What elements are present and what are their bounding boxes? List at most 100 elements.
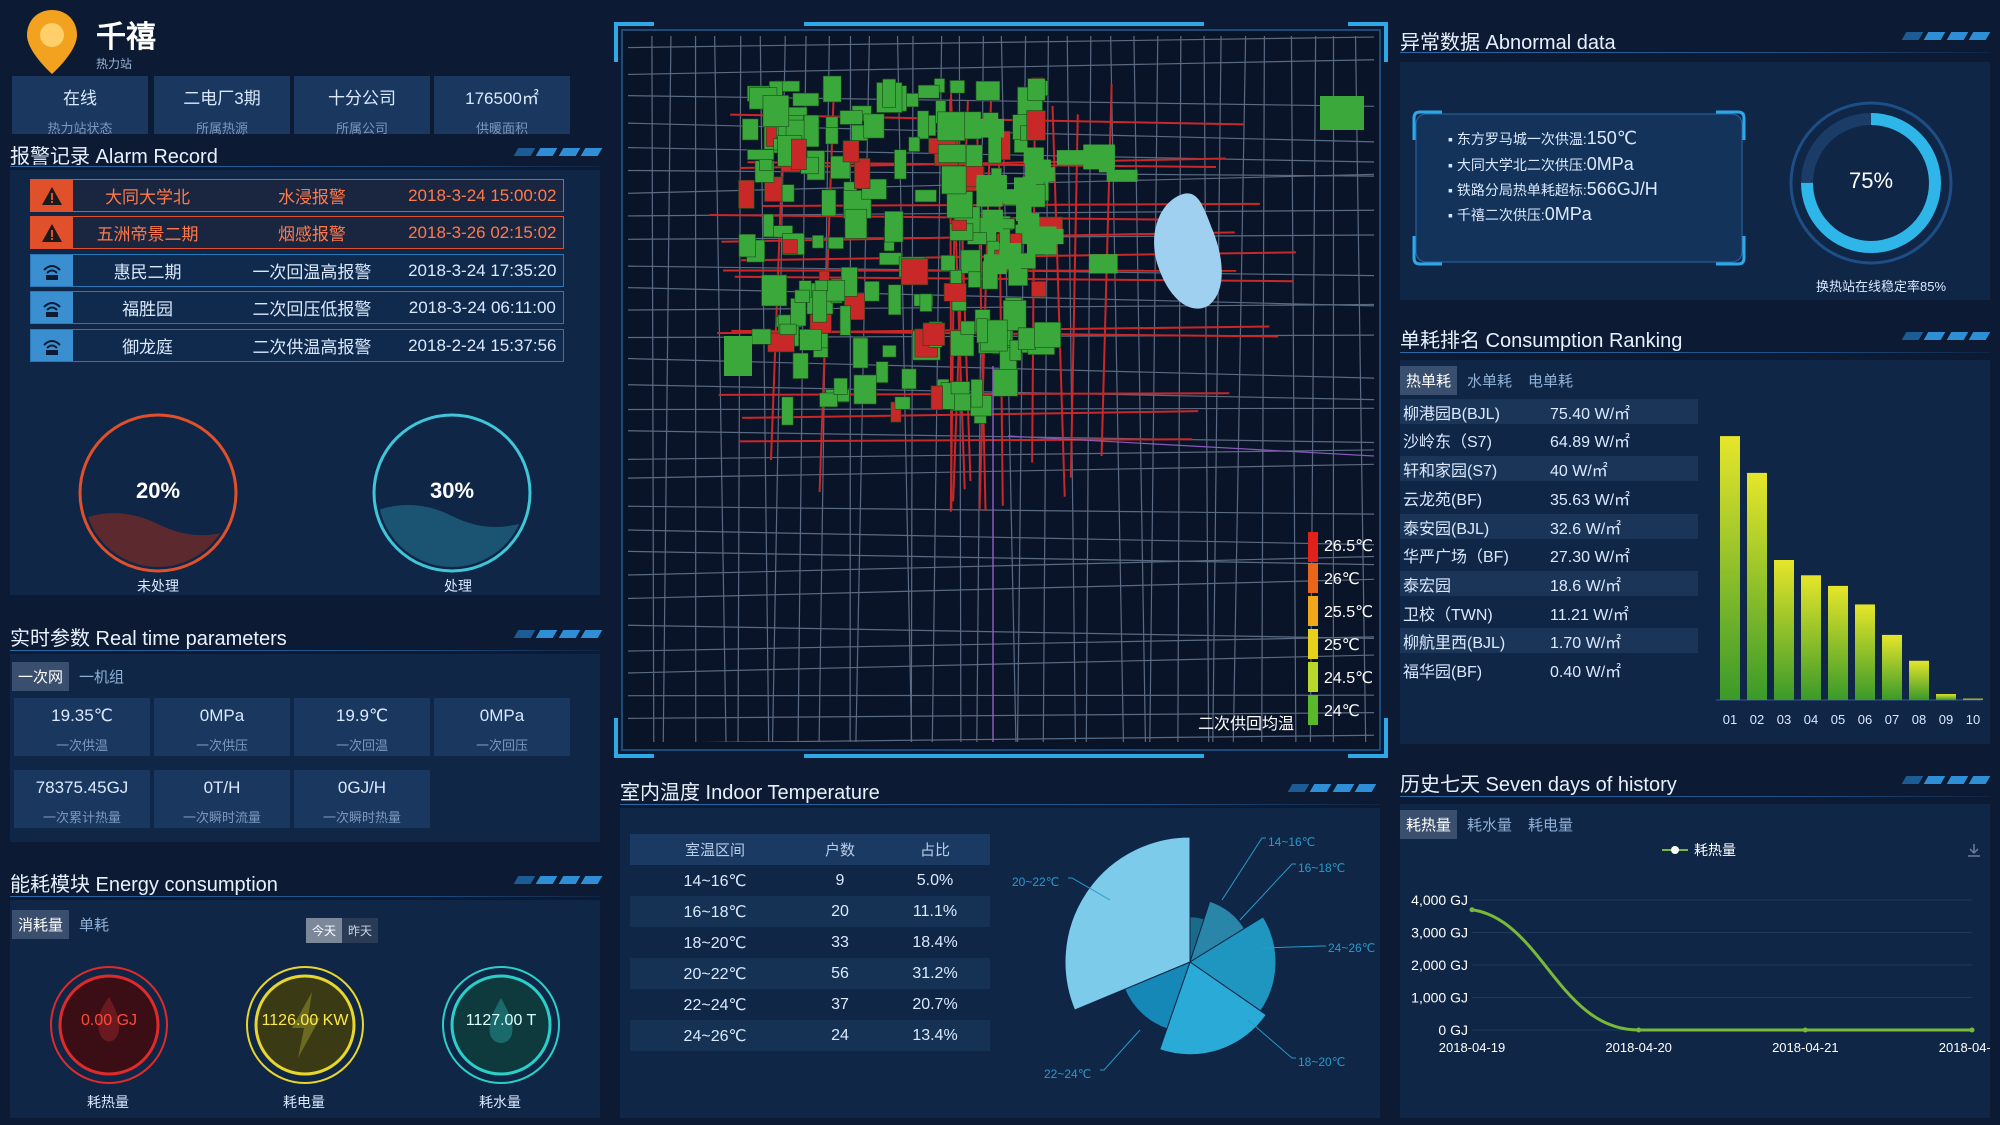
y-tick-label: 1,000 GJ — [1411, 990, 1468, 1006]
tab-power-unit[interactable]: 电单耗 — [1522, 366, 1579, 395]
param-label: 一次供压 — [195, 738, 248, 753]
rank-name: 云龙苑(BF) — [1403, 491, 1483, 509]
tab-power[interactable]: 耗电量 — [1522, 810, 1579, 839]
abnormal-item-value: 566GJ/H — [1586, 179, 1658, 199]
tab-today[interactable]: 今天 — [306, 918, 343, 943]
abnormal-item: ▪ 东方罗马城一次供温:150℃ — [1448, 128, 1637, 148]
info-company-value: 十分公司 — [328, 89, 396, 108]
slice-label: 22~24℃ — [1044, 1067, 1091, 1081]
slice-label: 16~18℃ — [1298, 861, 1345, 875]
rank-name: 华严广场（BF) — [1403, 548, 1509, 566]
history-legend[interactable]: 耗热量 — [1662, 840, 1736, 860]
cell-range: 18~20℃ — [683, 934, 747, 952]
decor-stripes — [1901, 32, 1991, 40]
param-instant-flow: 0T/H 一次瞬时流量 — [154, 770, 290, 828]
signal-icon — [31, 330, 73, 361]
x-tick-label: 2018-04-22 — [1939, 1040, 1990, 1055]
decor-stripes — [1287, 784, 1377, 792]
list-item: 卫校（TWN) 11.21 W/㎡ — [1400, 600, 1698, 625]
water-gauge-label: 耗水量 — [479, 1094, 521, 1110]
tab-water[interactable]: 耗水量 — [1461, 810, 1518, 839]
cell-pct: 31.2% — [912, 964, 958, 982]
alarm-type: 二次回压低报警 — [252, 300, 372, 319]
alarm-name: 惠民二期 — [113, 263, 182, 282]
rank-name: 卫校（TWN) — [1403, 606, 1493, 624]
alarm-row[interactable]: 惠民二期 一次回温高报警 2018-3-24 17:35:20 — [30, 254, 564, 287]
slice-label: 20~22℃ — [1012, 875, 1059, 889]
alarm-name: 御龙庭 — [122, 338, 174, 357]
rank-value: 64.89 W/㎡ — [1550, 433, 1631, 451]
bar — [1963, 698, 1983, 700]
col-header: 室温区间 — [684, 842, 745, 859]
tab-primary-net[interactable]: 一次网 — [12, 662, 70, 691]
label-leader — [1100, 1029, 1141, 1071]
tab-consumption[interactable]: 消耗量 — [12, 910, 70, 939]
info-source-value: 二电厂3期 — [183, 89, 261, 108]
rank-value: 40 W/㎡ — [1550, 462, 1608, 480]
alarm-time: 2018-3-24 15:00:02 — [408, 185, 557, 205]
rank-name: 福华园(BF) — [1403, 663, 1483, 681]
alarm-type: 水浸报警 — [277, 188, 346, 207]
alarm-row[interactable]: 御龙庭 二次供温高报警 2018-2-24 15:37:56 — [30, 329, 564, 362]
data-point — [1469, 907, 1475, 913]
abnormal-item: ▪ 铁路分局热单耗超标:566GJ/H — [1448, 179, 1658, 199]
tab-yesterday[interactable]: 昨天 — [342, 918, 379, 943]
col-header: 占比 — [919, 842, 950, 859]
param-instant-heat: 0GJ/H 一次瞬时热量 — [294, 770, 430, 828]
abnormal-item-label: 大同大学北二次供压: — [1456, 157, 1587, 173]
warning-icon — [31, 180, 73, 211]
info-source-label: 所属热源 — [195, 121, 248, 136]
cell-count: 20 — [831, 902, 849, 920]
cell-range: 20~22℃ — [683, 965, 747, 983]
energy-tabs: 消耗量 单耗 — [12, 910, 115, 939]
decor-stripes — [513, 148, 603, 156]
heat-gauge-value: 0.00 GJ — [80, 1012, 138, 1029]
tab-heat[interactable]: 耗热量 — [1400, 810, 1458, 839]
x-tick-label: 2018-04-19 — [1439, 1040, 1506, 1055]
list-item: 泰宏园 18.6 W/㎡ — [1400, 571, 1698, 596]
tick-label: 08 — [1912, 712, 1926, 727]
city-heat-map[interactable] — [628, 36, 1374, 742]
y-tick-label: 4,000 GJ — [1411, 892, 1468, 908]
alarm-time: 2018-3-24 06:11:00 — [408, 297, 556, 317]
param-return-temp: 19.9℃ 一次回温 — [294, 698, 430, 756]
tab-unit[interactable]: 一机组 — [73, 662, 130, 691]
history-line-chart: 4,000 GJ 3,000 GJ 2,000 GJ 1,000 GJ 0 GJ 2018… — [1411, 892, 1990, 1055]
alarm-name: 大同大学北 — [105, 188, 191, 207]
cell-pct: 5.0% — [916, 871, 954, 889]
divider — [10, 650, 600, 651]
tab-unit-consumption[interactable]: 单耗 — [73, 910, 115, 939]
alarm-type: 二次供温高报警 — [252, 338, 372, 357]
param-supply-pressure: 0MPa 一次供压 — [154, 698, 290, 756]
download-icon[interactable] — [1966, 842, 1982, 858]
rank-value: 0.40 W/㎡ — [1550, 663, 1622, 681]
cell-pct: 13.4% — [912, 1026, 958, 1044]
param-return-pressure: 0MPa 一次回压 — [434, 698, 570, 756]
table-row: 20~22℃ 56 31.2% — [630, 958, 990, 989]
lake — [1154, 193, 1222, 309]
param-value: 19.9℃ — [335, 706, 389, 725]
tab-water-unit[interactable]: 水单耗 — [1461, 366, 1518, 395]
info-company-label: 所属公司 — [335, 121, 388, 136]
tab-heat-unit[interactable]: 热单耗 — [1400, 366, 1458, 395]
info-source: 二电厂3期 所属热源 — [154, 76, 290, 136]
heat-gauge-label: 耗热量 — [87, 1094, 129, 1110]
bar — [1855, 604, 1875, 700]
rank-name: 轩和家园(S7) — [1403, 462, 1498, 480]
decor-stripes — [1901, 332, 1991, 340]
alarm-row[interactable]: 五洲帝景二期 烟感报警 2018-3-26 02:15:02 — [30, 216, 564, 249]
legend-swatch — [1308, 662, 1318, 692]
legend-label: 24.5℃ — [1324, 670, 1374, 687]
y-tick-label: 0 GJ — [1438, 1022, 1468, 1038]
alarm-row[interactable]: 福胜园 二次回压低报警 2018-3-24 06:11:00 — [30, 291, 564, 324]
label-leader — [1239, 863, 1296, 921]
alarm-row[interactable]: 大同大学北 水浸报警 2018-3-24 15:00:02 — [30, 179, 564, 212]
realtime-tabs: 一次网 一机组 — [12, 662, 130, 691]
param-label: 一次累计热量 — [42, 810, 121, 825]
slice-label: 18~20℃ — [1298, 1055, 1345, 1069]
tick-label: 06 — [1858, 712, 1872, 727]
signal-icon — [31, 292, 73, 323]
rank-name: 沙岭东（S7) — [1403, 433, 1492, 451]
bar — [1909, 660, 1929, 700]
col-header: 户数 — [824, 842, 855, 859]
